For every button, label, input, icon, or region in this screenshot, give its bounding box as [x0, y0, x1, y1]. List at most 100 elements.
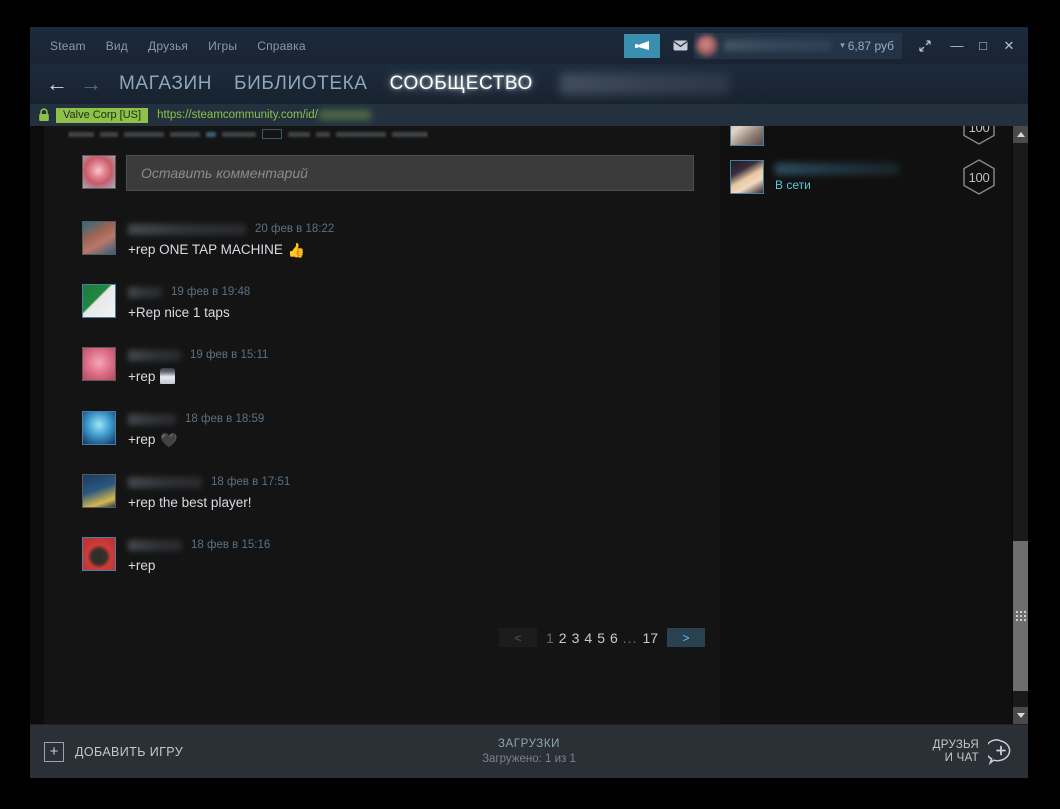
- comment-composer: Оставить комментарий: [82, 155, 694, 191]
- menu-item-friends[interactable]: Друзья: [138, 35, 198, 57]
- menu-item-view[interactable]: Вид: [96, 35, 138, 57]
- back-button[interactable]: ←: [40, 69, 74, 99]
- scrollbar-thumb[interactable]: [1013, 541, 1028, 691]
- avatar[interactable]: [82, 411, 116, 445]
- tab-profile[interactable]: [559, 73, 730, 95]
- main-navigation: ← → МАГАЗИН БИБЛИОТЕКА СООБЩЕСТВО: [30, 64, 1028, 104]
- pagination-next-button[interactable]: >: [667, 628, 706, 647]
- friends-chat-label: ДРУЗЬЯ И ЧАТ: [933, 739, 979, 765]
- pagination-page-numbers: 1 2 3 4 5 6 ... 17: [546, 630, 658, 646]
- comment-text-row: +rep: [128, 368, 268, 384]
- messages-button[interactable]: [666, 34, 694, 58]
- comment-text: +rep: [128, 432, 156, 447]
- expand-icon: [919, 39, 931, 52]
- comment-text: +rep: [128, 368, 156, 384]
- avatar[interactable]: [82, 537, 116, 571]
- comment-list: 20 фев в 18:22 +rep ONE TAP MACHINE 👍 19…: [82, 221, 702, 600]
- pagination: < 1 2 3 4 5 6 ... 17 >: [499, 628, 706, 647]
- tab-store[interactable]: МАГАЗИН: [108, 73, 223, 95]
- comment-author[interactable]: [128, 349, 181, 361]
- clipped-top-row: [68, 128, 428, 140]
- comment-item: 18 фев в 17:51 +rep the best player!: [82, 474, 702, 510]
- comment-author[interactable]: [128, 223, 246, 235]
- friends-chat-line-2: И ЧАТ: [944, 751, 979, 764]
- avatar[interactable]: [82, 221, 116, 255]
- avatar[interactable]: [82, 474, 116, 508]
- scroll-up-button[interactable]: [1013, 126, 1028, 143]
- wallet-balance: 6,87 руб: [847, 38, 894, 53]
- close-button[interactable]: ✕: [996, 31, 1022, 61]
- pagination-page-4[interactable]: 4: [584, 630, 592, 646]
- url-value: https://steamcommunity.com/id/: [157, 109, 318, 121]
- friends-and-chat-button[interactable]: ДРУЗЬЯ И ЧАТ: [933, 739, 1014, 765]
- comment-author[interactable]: [128, 539, 182, 551]
- scroll-down-button[interactable]: [1013, 707, 1028, 724]
- megaphone-icon: [634, 41, 649, 50]
- comment-header: 20 фев в 18:22: [128, 222, 334, 236]
- friend-list-item[interactable]: 100: [720, 126, 1012, 152]
- comment-author[interactable]: [128, 476, 202, 488]
- comment-text: +rep the best player!: [128, 495, 252, 510]
- friends-sidebar: 100 В сети 100: [720, 126, 1012, 724]
- comment-text-row: +rep the best player!: [128, 495, 290, 510]
- anime-girl-emoticon-icon: [160, 368, 176, 384]
- vertical-scrollbar[interactable]: [1012, 126, 1028, 724]
- steam-client-window: Steam Вид Друзья Игры Справка ▾ 6,87 руб…: [30, 27, 1028, 778]
- comment-text-row: +Rep nice 1 taps: [128, 305, 250, 320]
- comment-item: 19 фев в 15:11 +rep: [82, 347, 702, 384]
- comment-author[interactable]: [128, 413, 176, 425]
- avatar[interactable]: [82, 284, 116, 318]
- comment-item: 18 фев в 15:16 +rep: [82, 537, 702, 573]
- chevron-down-icon: [1017, 713, 1025, 718]
- avatar[interactable]: [82, 347, 116, 381]
- pagination-page-6[interactable]: 6: [610, 630, 618, 646]
- comment-text-row: +rep ONE TAP MACHINE 👍: [128, 242, 334, 257]
- url-redacted-segment: [318, 110, 371, 120]
- comment-text: +rep: [128, 558, 156, 573]
- account-menu[interactable]: ▾ 6,87 руб: [694, 32, 902, 59]
- comment-timestamp: 18 фев в 17:51: [211, 476, 291, 488]
- level-badge: 100: [960, 158, 998, 196]
- tab-community[interactable]: СООБЩЕСТВО: [379, 73, 544, 95]
- downloads-title: ЗАГРУЗКИ: [497, 738, 561, 750]
- comment-header: 18 фев в 17:51: [128, 475, 290, 489]
- comment-input-placeholder: Оставить комментарий: [141, 165, 308, 181]
- comment-timestamp: 20 фев в 18:22: [255, 223, 335, 235]
- downloads-status[interactable]: ЗАГРУЗКИ Загружено: 1 из 1: [30, 738, 1028, 765]
- maximize-button[interactable]: □: [970, 31, 996, 61]
- pagination-page-17[interactable]: 17: [642, 630, 658, 646]
- pagination-page-1: 1: [546, 629, 554, 646]
- comment-header: 19 фев в 15:11: [128, 348, 268, 362]
- comment-header: 18 фев в 18:59: [128, 412, 264, 426]
- minimize-button[interactable]: —: [944, 31, 970, 61]
- comment-text: +rep ONE TAP MACHINE: [128, 242, 283, 257]
- chevron-down-icon: ▾: [840, 40, 845, 50]
- forward-button[interactable]: →: [74, 69, 108, 99]
- friend-list-item[interactable]: В сети 100: [720, 152, 1012, 202]
- pagination-prev-button[interactable]: <: [499, 628, 537, 647]
- comment-timestamp: 19 фев в 19:48: [171, 286, 251, 298]
- fullscreen-button[interactable]: [912, 31, 938, 61]
- menu-item-help[interactable]: Справка: [247, 35, 315, 57]
- menu-item-games[interactable]: Игры: [198, 35, 247, 57]
- community-profile-page: Оставить комментарий 20 фев в 18:22 +rep…: [44, 126, 1012, 724]
- avatar: [730, 126, 764, 146]
- tab-library[interactable]: БИБЛИОТЕКА: [223, 73, 379, 95]
- url-text[interactable]: https://steamcommunity.com/id/: [157, 109, 371, 121]
- pagination-page-2[interactable]: 2: [559, 630, 567, 646]
- comment-author[interactable]: [128, 286, 162, 298]
- comment-body: 18 фев в 17:51 +rep the best player!: [128, 474, 290, 510]
- avatar: [696, 34, 719, 57]
- account-username: [724, 40, 833, 51]
- ev-certificate-badge: Valve Corp [US]: [56, 107, 149, 123]
- comment-item: 18 фев в 18:59 +rep 🖤: [82, 411, 702, 447]
- menu-item-steam[interactable]: Steam: [40, 35, 96, 57]
- pagination-page-5[interactable]: 5: [597, 630, 605, 646]
- pagination-page-3[interactable]: 3: [572, 630, 580, 646]
- broadcast-button[interactable]: [624, 33, 661, 58]
- comment-timestamp: 18 фев в 15:16: [191, 539, 271, 551]
- lock-icon: [38, 108, 50, 122]
- comment-input[interactable]: Оставить комментарий: [126, 155, 694, 191]
- level-value: 100: [968, 126, 990, 135]
- padlock-icon: [39, 108, 49, 121]
